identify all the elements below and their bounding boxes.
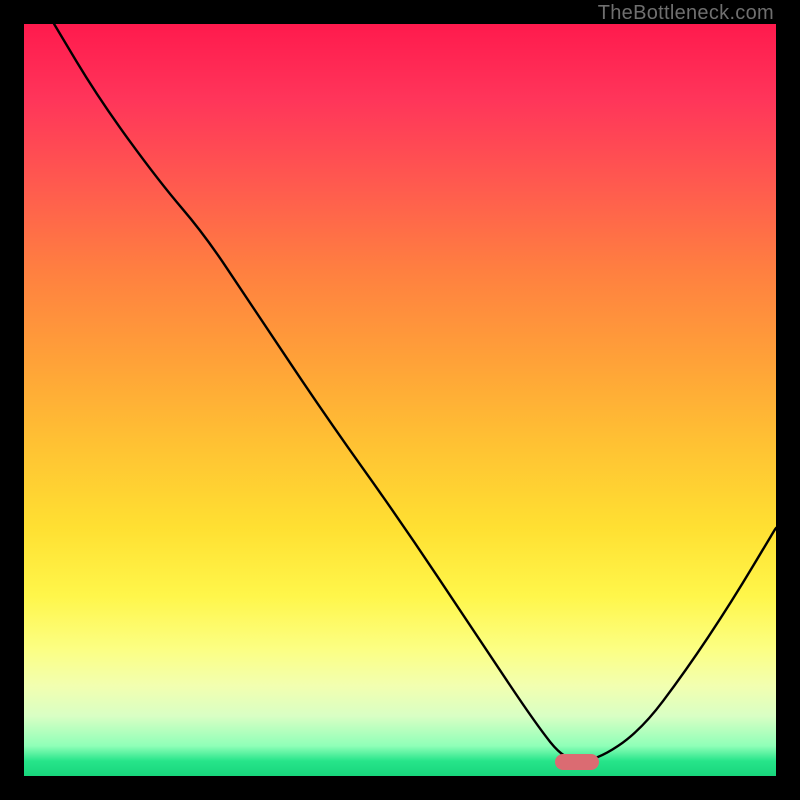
watermark-text: TheBottleneck.com (598, 2, 774, 25)
chart-frame (24, 24, 776, 776)
bottleneck-curve-path (54, 24, 776, 761)
bottleneck-curve-svg (24, 24, 776, 776)
optimum-marker (555, 754, 599, 770)
